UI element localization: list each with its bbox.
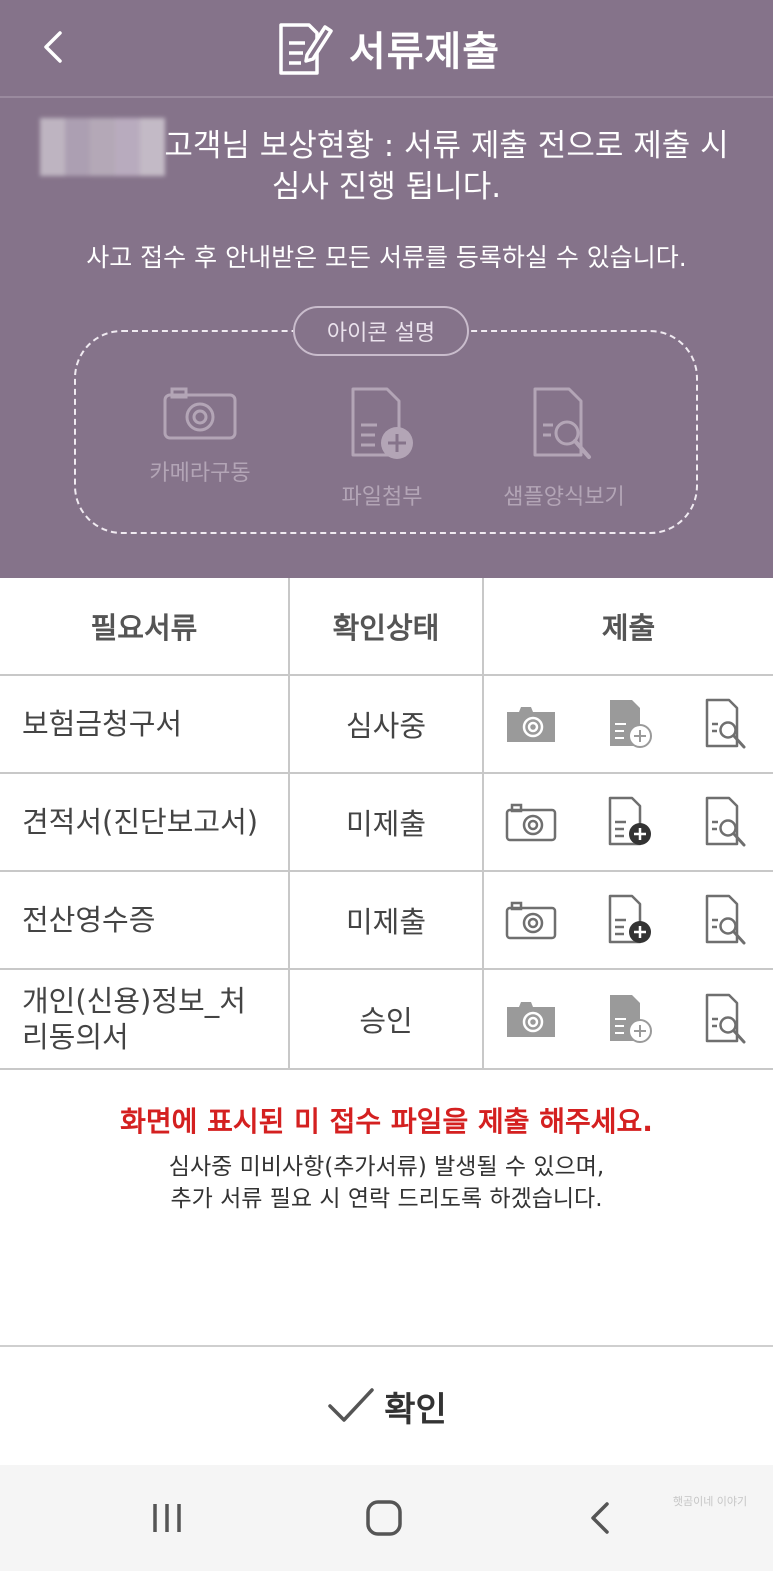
table-row: 개인(신용)정보_처 리동의서 승인 bbox=[0, 970, 773, 1070]
document-name-line2: 리동의서 bbox=[22, 1020, 129, 1054]
sample-view-button[interactable] bbox=[696, 774, 756, 870]
table-row: 견적서(진단보고서) 미제출 bbox=[0, 774, 773, 872]
camera-icon bbox=[507, 1002, 555, 1037]
document-edit-icon bbox=[279, 23, 333, 75]
file-attach-button[interactable] bbox=[600, 774, 660, 870]
column-header-docs: 필요서류 bbox=[90, 611, 198, 645]
submit-notice: 화면에 표시된 미 접수 파일을 제출 해주세요. bbox=[120, 1105, 653, 1138]
file-attach-button[interactable] bbox=[600, 872, 660, 968]
legend-item-sample: 샘플양식보기 bbox=[474, 385, 654, 511]
sample-view-button[interactable] bbox=[696, 676, 756, 772]
column-header-status: 확인상태 bbox=[332, 611, 440, 645]
sample-view-icon bbox=[533, 387, 591, 459]
document-name-line1: 개인(신용)정보_처 bbox=[22, 984, 246, 1018]
camera-button[interactable] bbox=[500, 774, 562, 870]
home-icon bbox=[366, 1500, 402, 1536]
file-attach-button[interactable] bbox=[600, 676, 660, 772]
icon-legend-title: 아이콘 설명 bbox=[293, 306, 469, 356]
claim-status-text: 고객님 보상현황 : 서류 제출 전으로 제출 시 bbox=[164, 128, 729, 164]
document-name: 견적서(진단보고서) bbox=[22, 805, 259, 839]
sample-view-button[interactable] bbox=[696, 872, 756, 968]
sample-view-icon bbox=[705, 698, 746, 749]
legend-item-camera: 카메라구동 bbox=[110, 385, 290, 487]
chevron-left-icon bbox=[591, 1502, 609, 1534]
sample-view-icon bbox=[705, 796, 746, 847]
camera-button[interactable] bbox=[500, 676, 562, 772]
sample-view-icon bbox=[705, 993, 746, 1044]
home-button[interactable] bbox=[354, 1493, 414, 1543]
guide-text: 사고 접수 후 안내받은 모든 서류를 등록하실 수 있습니다. bbox=[86, 243, 687, 272]
file-attach-icon bbox=[610, 700, 652, 748]
document-name: 개인(신용)정보_처 리동의서 bbox=[0, 970, 288, 1068]
camera-icon bbox=[505, 901, 557, 940]
column-header-submit: 제출 bbox=[601, 611, 656, 645]
recent-apps-icon bbox=[153, 1504, 181, 1532]
document-name: 보험금청구서 bbox=[22, 707, 183, 741]
file-attach-icon bbox=[608, 796, 651, 846]
file-attach-button[interactable] bbox=[600, 970, 660, 1068]
camera-icon bbox=[507, 707, 555, 742]
legend-label-camera: 카메라구동 bbox=[149, 461, 251, 486]
document-status: 심사중 bbox=[345, 709, 427, 743]
info-notice-line1: 심사중 미비사항(추가서류) 발생될 수 있으며, bbox=[168, 1154, 605, 1180]
recent-apps-button[interactable] bbox=[137, 1493, 197, 1543]
document-status: 미제출 bbox=[345, 807, 427, 841]
camera-icon bbox=[505, 803, 557, 842]
legend-item-file: 파일첨부 bbox=[292, 385, 472, 511]
file-attach-icon bbox=[608, 894, 651, 944]
confirm-label: 확인 bbox=[384, 1389, 447, 1430]
page-title: 서류제출 bbox=[348, 29, 501, 75]
table-row: 전산영수증 미제출 bbox=[0, 872, 773, 970]
camera-button[interactable] bbox=[500, 970, 562, 1068]
document-status: 승인 bbox=[359, 1004, 413, 1038]
camera-icon bbox=[163, 387, 237, 440]
document-status: 미제출 bbox=[345, 905, 427, 939]
document-name: 전산영수증 bbox=[22, 903, 156, 937]
confirm-button[interactable]: 확인 bbox=[0, 1345, 773, 1465]
claim-status-text-2: 심사 진행 됩니다. bbox=[271, 169, 502, 205]
table-row: 보험금청구서 심사중 bbox=[0, 676, 773, 774]
file-attach-icon bbox=[610, 995, 652, 1043]
info-notice-line2: 추가 서류 필요 시 연락 드리도록 하겠습니다. bbox=[170, 1186, 603, 1212]
info-notice: 심사중 미비사항(추가서류) 발생될 수 있으며, 추가 서류 필요 시 연락 … bbox=[0, 1151, 773, 1215]
file-attach-icon bbox=[351, 387, 413, 459]
sample-view-button[interactable] bbox=[696, 970, 756, 1068]
sample-view-icon bbox=[705, 894, 746, 945]
watermark: 햇곰이네 이야기 bbox=[665, 1494, 755, 1540]
system-back-button[interactable] bbox=[570, 1493, 630, 1543]
camera-button[interactable] bbox=[500, 872, 562, 968]
watermark-line1: 햇곰이네 이야기 bbox=[672, 1495, 748, 1508]
legend-label-file: 파일첨부 bbox=[341, 485, 423, 510]
legend-label-sample: 샘플양식보기 bbox=[503, 485, 625, 510]
checkmark-icon bbox=[328, 1388, 374, 1422]
table-header-row: 필요서류 확인상태 제출 bbox=[0, 578, 773, 676]
system-nav-bar bbox=[0, 1465, 773, 1571]
title-area: 서류제출 bbox=[0, 0, 773, 96]
